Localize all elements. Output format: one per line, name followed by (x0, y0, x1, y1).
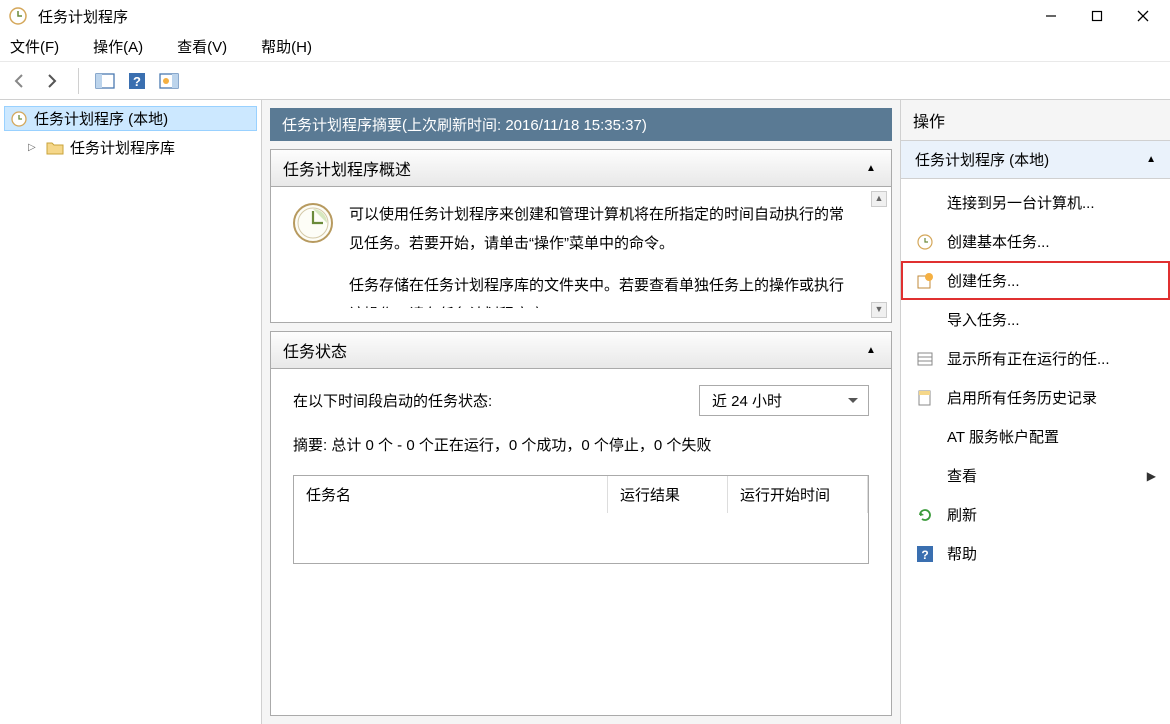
close-button[interactable] (1120, 0, 1166, 32)
minimize-button[interactable] (1028, 0, 1074, 32)
action-help-label: 帮助 (947, 543, 977, 564)
expand-icon[interactable]: ▷ (28, 142, 40, 153)
action-import[interactable]: 导入任务... (901, 300, 1170, 339)
status-body: 在以下时间段启动的任务状态: 近 24 小时 摘要: 总计 0 个 - 0 个正… (271, 369, 891, 580)
action-list: 连接到另一台计算机... 创建基本任务... 创建任务... 导入任务... 显… (901, 179, 1170, 577)
status-period-select[interactable]: 近 24 小时 (699, 385, 869, 416)
status-summary: 摘要: 总计 0 个 - 0 个正在运行，0 个成功，0 个停止，0 个失败 (293, 434, 869, 455)
action-enable-history-label: 启用所有任务历史记录 (947, 387, 1097, 408)
actions-section-header[interactable]: 任务计划程序 (本地) ▲ (901, 141, 1170, 179)
svg-text:?: ? (133, 74, 141, 89)
action-show-running-label: 显示所有正在运行的任... (947, 348, 1110, 369)
center-panel: 任务计划程序摘要(上次刷新时间: 2016/11/18 15:35:37) 任务… (262, 100, 900, 724)
action-create-basic[interactable]: 创建基本任务... (901, 222, 1170, 261)
action-help[interactable]: ? 帮助 (901, 534, 1170, 573)
titlebar: 任务计划程序 (0, 0, 1170, 32)
blank-icon (915, 427, 935, 447)
action-at-config-label: AT 服务帐户配置 (947, 426, 1059, 447)
action-create-basic-label: 创建基本任务... (947, 231, 1050, 252)
tree-library[interactable]: ▷ 任务计划程序库 (22, 135, 257, 160)
action-at-config[interactable]: AT 服务帐户配置 (901, 417, 1170, 456)
tree-root-label: 任务计划程序 (本地) (34, 108, 168, 129)
window-controls (1028, 0, 1166, 32)
status-period-label: 在以下时间段启动的任务状态: (293, 390, 492, 411)
actions-pane-title: 操作 (901, 100, 1170, 141)
maximize-button[interactable] (1074, 0, 1120, 32)
toolbar: ? (0, 62, 1170, 100)
menubar: 文件(F) 操作(A) 查看(V) 帮助(H) (0, 32, 1170, 62)
history-icon (915, 388, 935, 408)
scroll-down-icon[interactable]: ▼ (871, 302, 887, 318)
action-show-running[interactable]: 显示所有正在运行的任... (901, 339, 1170, 378)
new-task-icon (915, 271, 935, 291)
overview-body: 可以使用任务计划程序来创建和管理计算机将在所指定的时间自动执行的常见任务。若要开… (271, 187, 891, 322)
status-header[interactable]: 任务状态 ▲ (271, 332, 891, 369)
folder-icon (46, 140, 64, 156)
forward-button[interactable] (38, 68, 66, 94)
summary-header: 任务计划程序摘要(上次刷新时间: 2016/11/18 15:35:37) (270, 108, 892, 141)
tree-library-label: 任务计划程序库 (70, 137, 175, 158)
running-tasks-icon (915, 349, 935, 369)
help-toolbar-button[interactable]: ? (123, 68, 151, 94)
scroll-up-icon[interactable]: ▲ (871, 191, 887, 207)
show-hide-action-button[interactable] (155, 68, 183, 94)
chevron-up-icon: ▲ (1146, 154, 1156, 165)
app-icon (8, 6, 28, 26)
overview-panel: 任务计划程序概述 ▲ 可以使用任务计划程序来创建和管理计算机将在所指定的时间自动… (270, 149, 892, 323)
action-create-task-label: 创建任务... (947, 270, 1020, 291)
actions-pane: 操作 任务计划程序 (本地) ▲ 连接到另一台计算机... 创建基本任务... … (900, 100, 1170, 724)
menu-file[interactable]: 文件(F) (0, 32, 69, 61)
overview-title: 任务计划程序概述 (283, 156, 411, 180)
clock-large-icon (291, 201, 335, 245)
help-icon: ? (915, 544, 935, 564)
action-import-label: 导入任务... (947, 309, 1020, 330)
show-hide-console-button[interactable] (91, 68, 119, 94)
col-start-time[interactable]: 运行开始时间 (728, 476, 868, 513)
action-refresh[interactable]: 刷新 (901, 495, 1170, 534)
menu-view[interactable]: 查看(V) (167, 32, 237, 61)
action-create-task[interactable]: 创建任务... (901, 261, 1170, 300)
window-title: 任务计划程序 (38, 6, 1028, 27)
clock-icon (10, 110, 28, 128)
col-run-result[interactable]: 运行结果 (608, 476, 728, 513)
menu-help[interactable]: 帮助(H) (251, 32, 322, 61)
action-connect-label: 连接到另一台计算机... (947, 192, 1095, 213)
overview-scrollbar[interactable]: ▲ ▼ (871, 191, 889, 318)
actions-section-label: 任务计划程序 (本地) (915, 149, 1049, 170)
menu-action[interactable]: 操作(A) (83, 32, 153, 61)
action-enable-history[interactable]: 启用所有任务历史记录 (901, 378, 1170, 417)
overview-header[interactable]: 任务计划程序概述 ▲ (271, 150, 891, 187)
blank-icon (915, 310, 935, 330)
back-button[interactable] (6, 68, 34, 94)
action-connect[interactable]: 连接到另一台计算机... (901, 183, 1170, 222)
refresh-icon (915, 505, 935, 525)
action-refresh-label: 刷新 (947, 504, 977, 525)
status-panel: 任务状态 ▲ 在以下时间段启动的任务状态: 近 24 小时 摘要: 总计 0 个… (270, 331, 892, 716)
overview-text-1: 可以使用任务计划程序来创建和管理计算机将在所指定的时间自动执行的常见任务。若要开… (349, 201, 849, 258)
overview-text-2: 任务存储在任务计划程序库的文件夹中。若要查看单独任务上的操作或执行该操作，请在任… (349, 272, 849, 308)
status-title: 任务状态 (283, 338, 347, 362)
chevron-right-icon: ▶ (1147, 469, 1156, 483)
collapse-icon[interactable]: ▲ (863, 342, 879, 358)
action-view-label: 查看 (947, 465, 977, 486)
navigation-tree: 任务计划程序 (本地) ▷ 任务计划程序库 (0, 100, 262, 724)
task-table: 任务名 运行结果 运行开始时间 (293, 475, 869, 564)
action-view[interactable]: 查看 ▶ (901, 456, 1170, 495)
svg-text:?: ? (921, 548, 928, 562)
status-period-value: 近 24 小时 (712, 393, 782, 410)
tree-root[interactable]: 任务计划程序 (本地) (4, 106, 257, 131)
task-table-header: 任务名 运行结果 运行开始时间 (294, 476, 868, 513)
blank-icon (915, 193, 935, 213)
blank-icon (915, 466, 935, 486)
col-task-name[interactable]: 任务名 (294, 476, 608, 513)
main-area: 任务计划程序 (本地) ▷ 任务计划程序库 任务计划程序摘要(上次刷新时间: 2… (0, 100, 1170, 724)
clock-small-icon (915, 232, 935, 252)
collapse-icon[interactable]: ▲ (863, 160, 879, 176)
